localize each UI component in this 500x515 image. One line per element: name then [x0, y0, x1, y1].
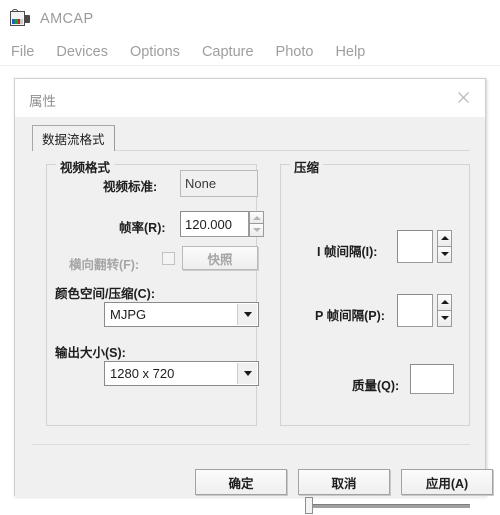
p-frame-interval-stepper-up[interactable] — [437, 294, 452, 311]
dialog-titlebar: 属性 — [15, 79, 485, 117]
quality-slider[interactable] — [305, 495, 470, 515]
flip-horizontal-checkbox[interactable] — [162, 252, 175, 265]
chevron-down-icon[interactable] — [237, 363, 257, 384]
i-frame-interval-stepper-up[interactable] — [437, 230, 452, 247]
video-standard-value: None — [180, 170, 258, 197]
color-space-label: 颜色空间/压缩(C): — [55, 287, 155, 301]
color-space-value: MJPG — [110, 307, 147, 322]
close-icon[interactable] — [441, 79, 485, 116]
menu-item-capture[interactable]: Capture — [202, 44, 254, 60]
dialog-button-strip: 确定 取消 应用(A) — [15, 457, 493, 497]
amcap-menubar: File Devices Options Capture Photo Help — [0, 38, 500, 66]
p-frame-interval-label: P 帧间隔(P): — [315, 309, 385, 323]
i-frame-interval-stepper[interactable] — [437, 230, 452, 263]
frame-rate-stepper[interactable] — [249, 211, 264, 237]
group-video-format-legend: 视频格式 — [56, 157, 115, 176]
flip-horizontal-label: 横向翻转(F): — [69, 258, 140, 272]
i-frame-interval-label: I 帧间隔(I): — [317, 245, 378, 259]
dialog-separator — [32, 444, 470, 445]
amcap-titlebar: AMCAP — [0, 0, 500, 38]
frame-rate-stepper-down[interactable] — [249, 224, 264, 237]
dialog-body: 数据流格式 视频格式 视频标准: None 帧率(R): 120.000 横向翻… — [15, 117, 493, 514]
output-size-label: 输出大小(S): — [55, 346, 126, 360]
ok-button-label: 确定 — [228, 476, 254, 491]
quality-input[interactable] — [410, 364, 454, 394]
snapshot-button-label: 快照 — [207, 252, 233, 267]
dialog-title: 属性 — [29, 94, 56, 109]
camcorder-icon — [9, 9, 31, 29]
output-size-combobox[interactable]: 1280 x 720 — [104, 361, 259, 386]
properties-dialog: 属性 数据流格式 视频格式 视频标准: None 帧率(R): 120.000 — [14, 78, 493, 514]
video-standard-label: 视频标准: — [103, 180, 158, 194]
tabstrip: 数据流格式 — [32, 125, 470, 151]
snapshot-button[interactable]: 快照 — [182, 246, 258, 270]
menu-item-file[interactable]: File — [11, 44, 34, 60]
color-space-combobox[interactable]: MJPG — [104, 302, 259, 327]
p-frame-interval-stepper[interactable] — [437, 294, 452, 327]
chevron-down-icon[interactable] — [237, 304, 257, 325]
cancel-button[interactable]: 取消 — [298, 469, 390, 495]
frame-rate-label: 帧率(R): — [119, 221, 166, 235]
cancel-button-label: 取消 — [331, 476, 357, 491]
frame-rate-stepper-up[interactable] — [249, 211, 264, 224]
menu-item-devices[interactable]: Devices — [56, 44, 108, 60]
group-compression-legend: 压缩 — [290, 157, 324, 176]
quality-slider-track[interactable] — [309, 504, 470, 508]
frame-rate-input[interactable]: 120.000 — [180, 211, 249, 237]
p-frame-interval-input[interactable] — [397, 294, 433, 327]
output-size-value: 1280 x 720 — [110, 366, 175, 381]
menu-item-help[interactable]: Help — [335, 44, 365, 60]
quality-label: 质量(Q): — [352, 379, 400, 393]
ok-button[interactable]: 确定 — [195, 469, 287, 495]
apply-button-label: 应用(A) — [425, 476, 469, 491]
menu-item-options[interactable]: Options — [130, 44, 180, 60]
menu-item-photo[interactable]: Photo — [276, 44, 314, 60]
apply-button[interactable]: 应用(A) — [401, 469, 493, 495]
tab-stream-format-label: 数据流格式 — [42, 133, 105, 147]
i-frame-interval-input[interactable] — [397, 230, 433, 263]
window-title: AMCAP — [40, 11, 94, 27]
tab-stream-format[interactable]: 数据流格式 — [32, 125, 115, 151]
p-frame-interval-stepper-down[interactable] — [437, 310, 452, 327]
i-frame-interval-stepper-down[interactable] — [437, 246, 452, 263]
quality-slider-thumb[interactable] — [305, 497, 313, 514]
